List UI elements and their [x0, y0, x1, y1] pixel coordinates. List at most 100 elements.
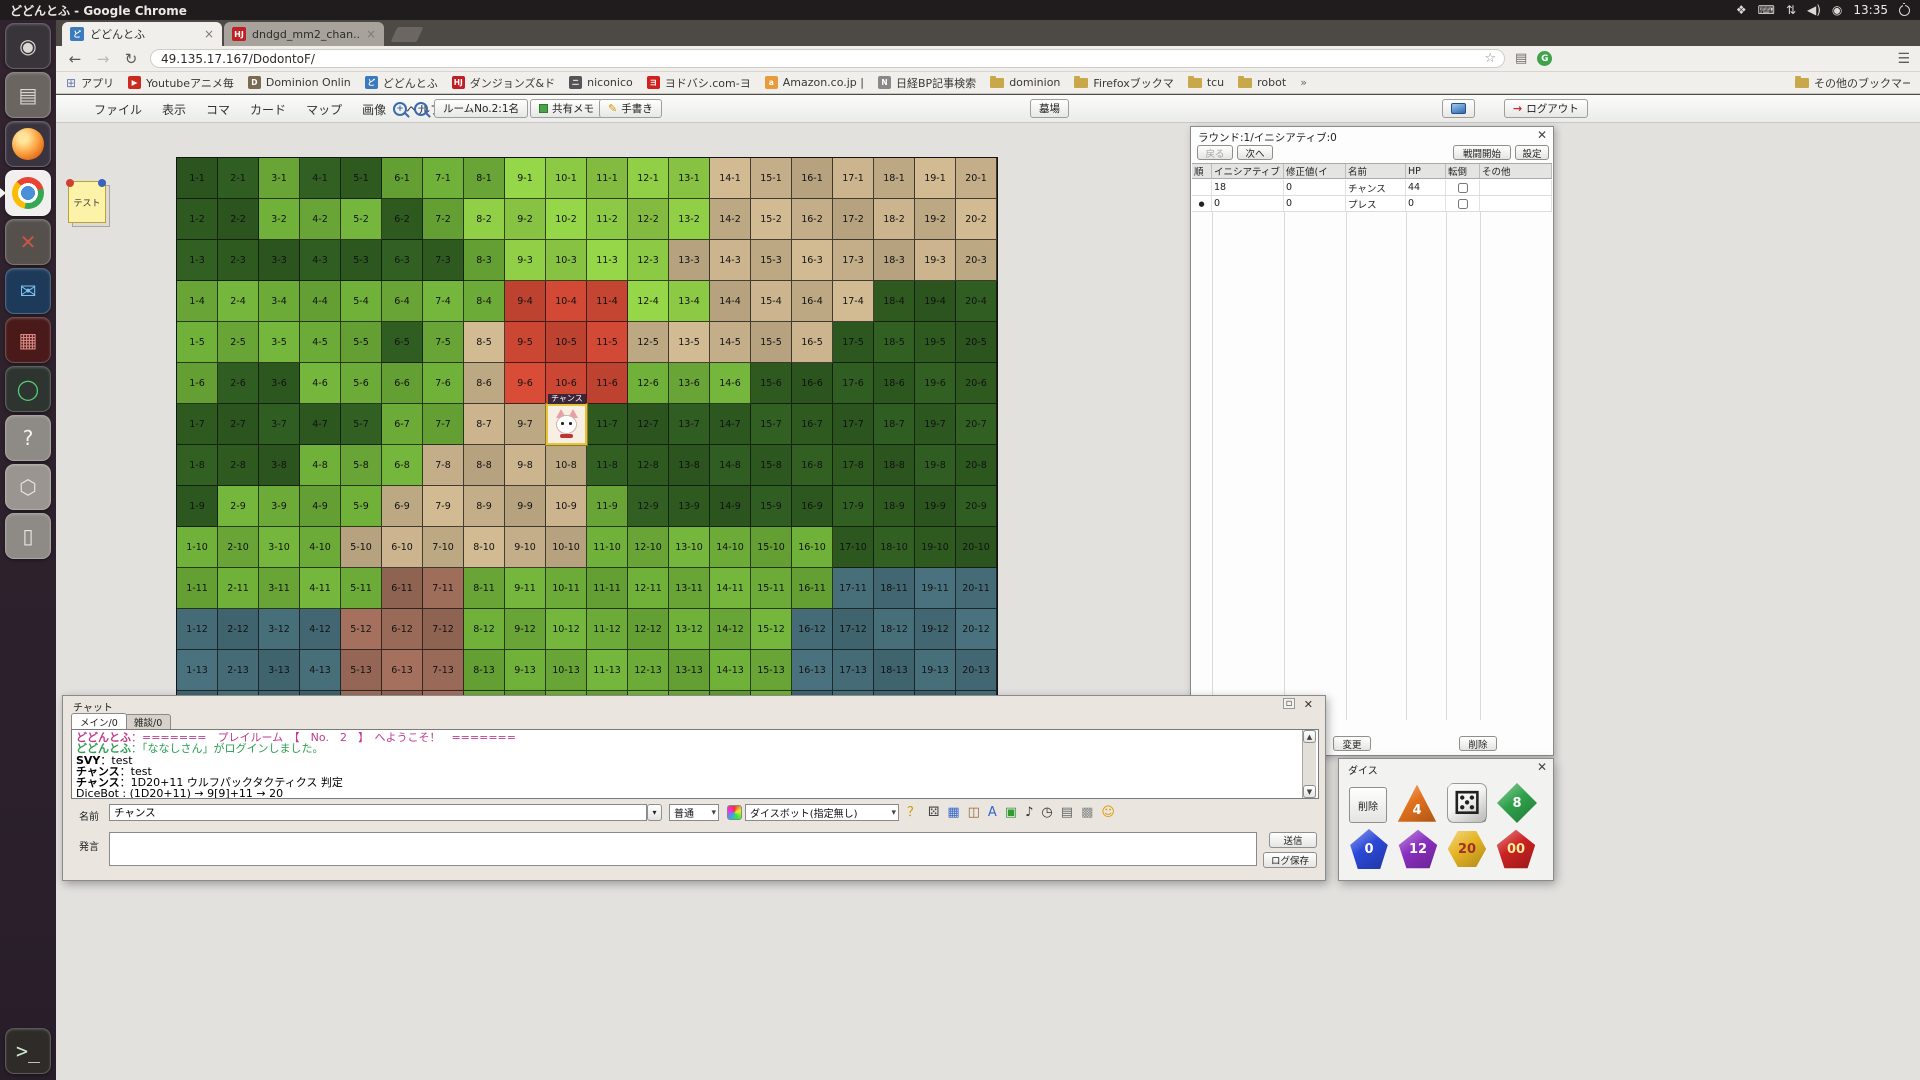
mypaint-launcher[interactable]: ▦	[5, 317, 51, 363]
map-cell-18-7[interactable]: 18-7	[874, 404, 915, 445]
initiative-row-1[interactable]: ●00プレス0	[1192, 196, 1552, 212]
zoom-out-icon[interactable]: −	[414, 102, 428, 116]
map-cell-7-8[interactable]: 7-8	[423, 445, 464, 486]
firefox-launcher[interactable]	[5, 121, 51, 167]
map-cell-13-5[interactable]: 13-5	[669, 322, 710, 363]
map-cell-20-7[interactable]: 20-7	[956, 404, 997, 445]
map-cell-1-1[interactable]: 1-1	[177, 158, 218, 199]
map-cell-9-3[interactable]: 9-3	[505, 240, 546, 281]
map-cell-10-12[interactable]: 10-12	[546, 609, 587, 650]
map-cell-7-10[interactable]: 7-10	[423, 527, 464, 568]
map-cell-3-12[interactable]: 3-12	[259, 609, 300, 650]
map-cell-4-11[interactable]: 4-11	[300, 568, 341, 609]
bookmark-3[interactable]: どどどんとふ	[365, 75, 438, 91]
map-cell-3-5[interactable]: 3-5	[259, 322, 300, 363]
map-cell-10-4[interactable]: 10-4	[546, 281, 587, 322]
map-cell-2-12[interactable]: 2-12	[218, 609, 259, 650]
bookmark-5[interactable]: ニniconico	[569, 76, 633, 89]
dash-home-button[interactable]: ◉	[5, 23, 51, 69]
extension-icon-green[interactable]: G	[1537, 51, 1552, 66]
bookmark-2[interactable]: DDominion Onlin	[248, 76, 351, 89]
map-cell-13-3[interactable]: 13-3	[669, 240, 710, 281]
memo-icon[interactable]: ▤	[1061, 806, 1073, 819]
map-cell-14-3[interactable]: 14-3	[710, 240, 751, 281]
map-cell-8-8[interactable]: 8-8	[464, 445, 505, 486]
map-cell-9-10[interactable]: 9-10	[505, 527, 546, 568]
map-cell-18-2[interactable]: 18-2	[874, 199, 915, 240]
chat-tab-sub[interactable]: 雑談/0	[125, 714, 171, 729]
map-cell-5-4[interactable]: 5-4	[341, 281, 382, 322]
map-cell-11-4[interactable]: 11-4	[587, 281, 628, 322]
map-cell-18-11[interactable]: 18-11	[874, 568, 915, 609]
name-input[interactable]	[114, 805, 642, 820]
map-cell-12-6[interactable]: 12-6	[628, 363, 669, 404]
map-cell-15-12[interactable]: 15-12	[751, 609, 792, 650]
map-cell-1-2[interactable]: 1-2	[177, 199, 218, 240]
map-cell-19-3[interactable]: 19-3	[915, 240, 956, 281]
sound-icon[interactable]: ♪	[1025, 806, 1033, 819]
map-cell-15-8[interactable]: 15-8	[751, 445, 792, 486]
map-cell-16-8[interactable]: 16-8	[792, 445, 833, 486]
map-cell-17-5[interactable]: 17-5	[833, 322, 874, 363]
map-cell-18-5[interactable]: 18-5	[874, 322, 915, 363]
map-cell-9-13[interactable]: 9-13	[505, 650, 546, 691]
bookmark-7[interactable]: aAmazon.co.jp |	[765, 76, 864, 89]
d6-die[interactable]: ⚄	[1447, 783, 1487, 823]
map-cell-16-11[interactable]: 16-11	[792, 568, 833, 609]
battle-start-button[interactable]: 戦闘開始	[1453, 145, 1511, 160]
map-cell-10-10[interactable]: 10-10	[546, 527, 587, 568]
calc-icon[interactable]: ▩	[1081, 806, 1093, 819]
map-cell-7-12[interactable]: 7-12	[423, 609, 464, 650]
map-cell-3-8[interactable]: 3-8	[259, 445, 300, 486]
map-cell-11-7[interactable]: 11-7	[587, 404, 628, 445]
map-cell-6-6[interactable]: 6-6	[382, 363, 423, 404]
bookmark-1[interactable]: ▶Youtubeアニメ毎	[128, 75, 234, 91]
map-cell-1-3[interactable]: 1-3	[177, 240, 218, 281]
bookmark-12[interactable]: robot	[1238, 76, 1286, 89]
map-cell-12-9[interactable]: 12-9	[628, 486, 669, 527]
map-cell-7-9[interactable]: 7-9	[423, 486, 464, 527]
dice-panel-close-icon[interactable]: ✕	[1537, 760, 1547, 774]
map-cell-18-12[interactable]: 18-12	[874, 609, 915, 650]
map-cell-6-11[interactable]: 6-11	[382, 568, 423, 609]
map-cell-2-2[interactable]: 2-2	[218, 199, 259, 240]
map-cell-3-11[interactable]: 3-11	[259, 568, 300, 609]
map-cell-12-1[interactable]: 12-1	[628, 158, 669, 199]
handwriting-button[interactable]: ✎ 手書き	[599, 99, 662, 118]
font-icon[interactable]: A	[988, 806, 997, 819]
map-cell-15-7[interactable]: 15-7	[751, 404, 792, 445]
message-field[interactable]	[109, 832, 1257, 866]
map-cell-5-11[interactable]: 5-11	[341, 568, 382, 609]
map-cell-14-2[interactable]: 14-2	[710, 199, 751, 240]
map-cell-19-11[interactable]: 19-11	[915, 568, 956, 609]
map-cell-16-4[interactable]: 16-4	[792, 281, 833, 322]
map-cell-4-9[interactable]: 4-9	[300, 486, 341, 527]
map-cell-7-2[interactable]: 7-2	[423, 199, 464, 240]
map-cell-3-9[interactable]: 3-9	[259, 486, 300, 527]
map-cell-9-6[interactable]: 9-6	[505, 363, 546, 404]
map-cell-14-6[interactable]: 14-6	[710, 363, 751, 404]
map-cell-12-10[interactable]: 12-10	[628, 527, 669, 568]
map-cell-6-13[interactable]: 6-13	[382, 650, 423, 691]
d12-die[interactable]: 12	[1398, 829, 1438, 869]
map-cell-4-12[interactable]: 4-12	[300, 609, 341, 650]
map-cell-18-3[interactable]: 18-3	[874, 240, 915, 281]
map-cell-13-9[interactable]: 13-9	[669, 486, 710, 527]
map-cell-11-12[interactable]: 11-12	[587, 609, 628, 650]
chat-tab-main[interactable]: メイン/0	[71, 713, 127, 729]
smiley-icon[interactable]: ☺	[1101, 806, 1115, 819]
clock[interactable]: 13:35	[1853, 3, 1888, 17]
map-cell-15-4[interactable]: 15-4	[751, 281, 792, 322]
room-info-button[interactable]: ルームNo.2:1名	[434, 99, 528, 118]
send-button[interactable]: 送信	[1269, 832, 1317, 848]
screenshot-button[interactable]	[1442, 99, 1475, 118]
bookmark-6[interactable]: ヨヨドバシ.com-ヨ	[647, 75, 751, 91]
map-cell-20-13[interactable]: 20-13	[956, 650, 997, 691]
map-cell-4-3[interactable]: 4-3	[300, 240, 341, 281]
menu-5[interactable]: 画像	[352, 97, 396, 122]
map-cell-10-8[interactable]: 10-8	[546, 445, 587, 486]
map-cell-7-4[interactable]: 7-4	[423, 281, 464, 322]
map-cell-11-11[interactable]: 11-11	[587, 568, 628, 609]
thunderbird-launcher[interactable]: ✉	[5, 268, 51, 314]
map-cell-6-7[interactable]: 6-7	[382, 404, 423, 445]
